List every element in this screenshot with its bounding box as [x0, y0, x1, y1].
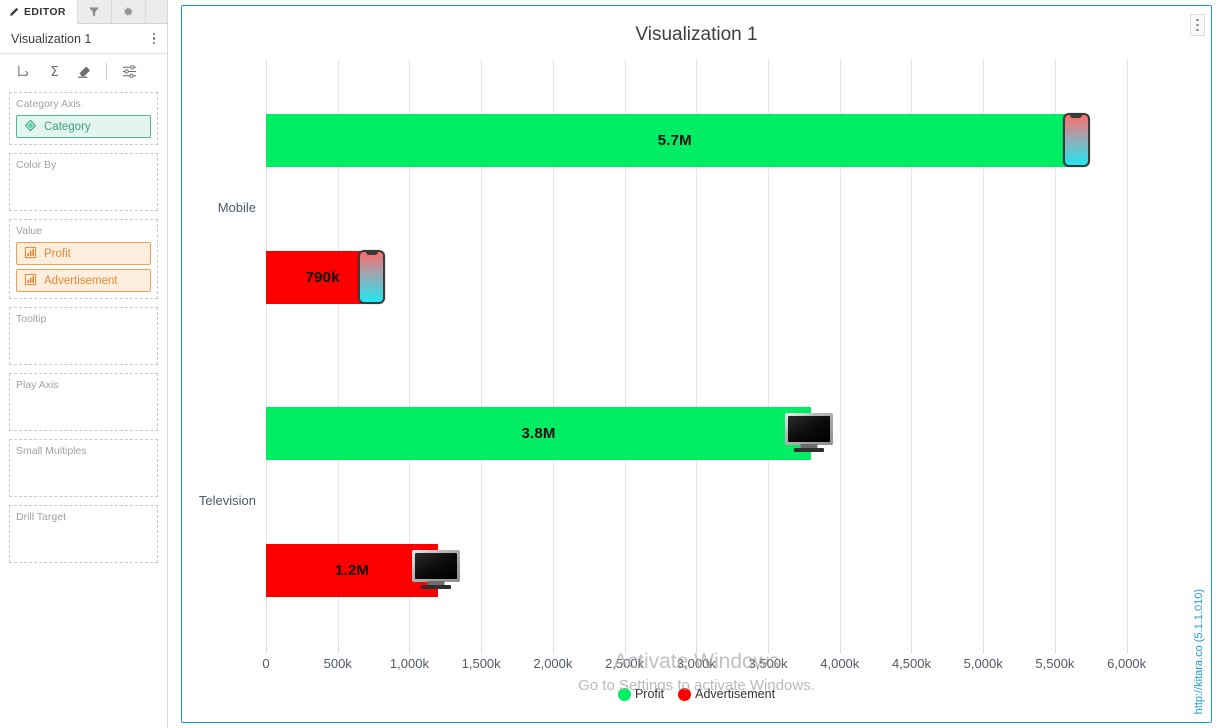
shelf-label: Color By [16, 159, 57, 171]
x-tick-label: 2,500k [605, 656, 645, 671]
editor-toolbar: Σ [0, 54, 167, 88]
product-url-watermark[interactable]: http://kitara.co (5.1.1.010) [1193, 589, 1209, 714]
x-tick-label: 1,500k [461, 656, 501, 671]
x-tick-mark [1054, 646, 1056, 653]
filter-icon [88, 6, 100, 18]
x-tick-label: 4,500k [891, 656, 932, 671]
chart-legend: Profit Advertisement [182, 687, 1211, 701]
tv-icon [785, 413, 834, 453]
visualization-title: Visualization 1 [11, 31, 92, 46]
bar-mobile-profit[interactable]: 5.7M [266, 114, 1084, 167]
field-pill-profit[interactable]: Profit [16, 242, 151, 265]
hierarchy-icon[interactable] [10, 58, 38, 84]
field-pill-advertisement[interactable]: Advertisement [16, 269, 151, 292]
phone-icon [358, 250, 386, 304]
tab-editor[interactable]: EDITOR [0, 0, 78, 24]
dimension-diamond-icon [24, 118, 37, 135]
pencil-icon [8, 7, 19, 18]
measure-bars-icon [24, 273, 37, 289]
field-pill-label: Advertisement [44, 274, 118, 287]
x-tick-label: 3,000k [676, 656, 716, 671]
category-label-television: Television [198, 493, 256, 508]
shelf-play-axis[interactable]: Play Axis [9, 373, 158, 431]
legend-item-profit[interactable]: Profit [617, 687, 665, 701]
legend-swatch [678, 687, 692, 701]
gear-icon [122, 6, 134, 18]
category-label-mobile: Mobile [217, 200, 256, 215]
x-tick-mark [983, 646, 985, 653]
tv-icon [412, 550, 461, 590]
legend-label: Advertisement [695, 687, 776, 701]
x-tick-label: 0 [262, 656, 270, 671]
bar-value-label: 790k [305, 269, 340, 286]
toolbar-divider [106, 62, 107, 80]
legend-item-advertisement[interactable]: Advertisement [678, 687, 775, 701]
x-tick-mark [552, 646, 554, 653]
field-pill-label: Profit [44, 247, 71, 260]
x-tick-mark [337, 646, 339, 653]
shelf-drill-target[interactable]: Drill Target [9, 505, 158, 563]
field-pill-category[interactable]: Category [16, 115, 151, 138]
tab-editor-label: EDITOR [24, 6, 66, 18]
tab-settings[interactable] [112, 0, 146, 24]
x-tick-label: 5,500k [1035, 656, 1075, 671]
shelf-list: Category Axis Category Color By Value Pr… [0, 88, 167, 563]
shelf-label: Tooltip [16, 313, 47, 325]
shelf-category-axis[interactable]: Category Axis Category [9, 92, 158, 145]
sidebar-tab-bar: EDITOR [0, 0, 167, 24]
legend-label: Profit [634, 687, 665, 701]
sigma-icon[interactable]: Σ [40, 58, 68, 84]
shelf-tooltip[interactable]: Tooltip [9, 307, 158, 365]
x-tick-mark [1126, 646, 1128, 653]
visualization-panel: Visualization 1 5.7M 3.8M 790k 1.2M Mobile T… [181, 5, 1212, 723]
x-tick-mark [696, 646, 698, 653]
x-tick-mark [768, 646, 770, 653]
eraser-icon[interactable] [70, 58, 98, 84]
x-tick-mark [911, 646, 913, 653]
tab-filter[interactable] [78, 0, 112, 24]
chart-plot-area: 5.7M 3.8M 790k 1.2M [266, 59, 1141, 646]
x-tick-label: 2,000k [533, 656, 573, 671]
shelf-small-multiples[interactable]: Small Multiples [9, 439, 158, 497]
bar-value-label: 3.8M [521, 425, 556, 442]
bar-value-label: 5.7M [657, 132, 692, 149]
phone-icon [1062, 113, 1090, 167]
x-tick-mark [409, 646, 411, 653]
x-tick-mark [624, 646, 626, 653]
x-tick-label: 1,000k [389, 656, 429, 671]
svg-text:Σ: Σ [50, 65, 58, 79]
x-tick-mark [266, 646, 267, 653]
shelf-label: Value [16, 225, 43, 237]
shelf-label: Small Multiples [16, 445, 87, 457]
x-tick-mark [481, 646, 483, 653]
shelf-value[interactable]: Value Profit Advertisement [9, 219, 158, 299]
visualization-header: Visualization 1 [0, 24, 167, 54]
measure-bars-icon [24, 246, 37, 262]
field-pill-label: Category [44, 120, 91, 133]
settings-sliders-icon[interactable] [115, 58, 143, 84]
shelf-label: Category Axis [16, 98, 81, 110]
bar-television-profit[interactable]: 3.8M [266, 407, 812, 460]
bar-value-label: 1.2M [334, 562, 370, 579]
visualization-kebab-menu-icon[interactable] [151, 31, 158, 47]
shelf-label: Play Axis [16, 379, 59, 391]
shelf-label: Drill Target [16, 511, 66, 523]
legend-swatch [617, 687, 631, 701]
chart-title: Visualization 1 [635, 24, 758, 45]
x-tick-label: 5,000k [963, 656, 1003, 671]
x-tick-label: 3,500k [748, 656, 788, 671]
editor-sidebar: EDITOR Visualization 1 Σ Category Axis C… [0, 0, 168, 728]
gridline [1126, 59, 1128, 646]
x-tick-mark [839, 646, 841, 653]
x-tick-label: 6,000k [1107, 656, 1147, 671]
x-tick-label: 500k [323, 656, 352, 671]
x-tick-label: 4,000k [820, 656, 860, 671]
